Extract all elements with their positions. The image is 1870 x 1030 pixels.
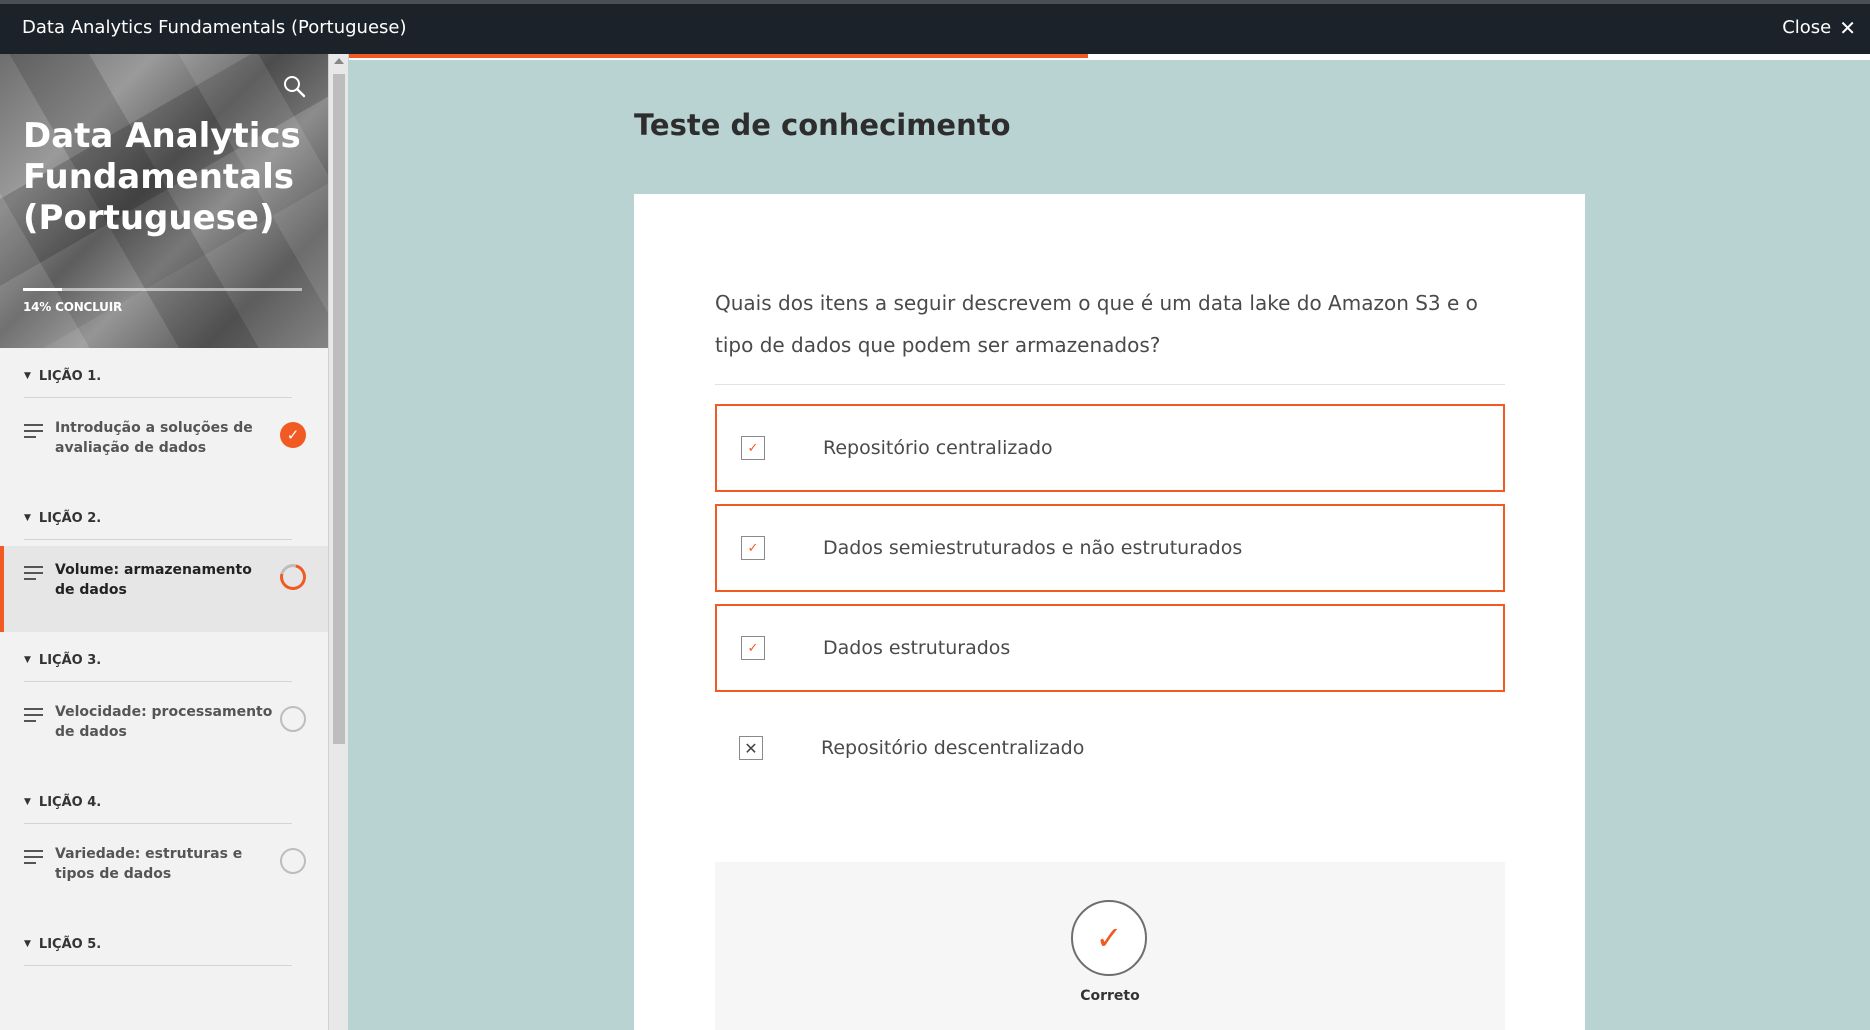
lesson-heading-label: LIÇÃO 1. xyxy=(38,368,102,384)
close-label: Close xyxy=(1782,17,1832,38)
answer-option-label: Repositório descentralizado xyxy=(821,737,1085,759)
caret-down-icon: ▼ xyxy=(24,939,31,949)
progress-ring-icon xyxy=(275,559,311,595)
sidebar-item-lesson-4[interactable]: Variedade: estruturas e tipos de dados xyxy=(0,830,328,916)
sidebar-item-lesson-3[interactable]: Velocidade: processamento de dados xyxy=(0,688,328,774)
course-hero: Data Analytics Fundamentals (Portuguese)… xyxy=(0,54,328,348)
knowledge-check-card: Quais dos itens a seguir descrevem o que… xyxy=(634,194,1585,1030)
search-icon[interactable] xyxy=(282,74,306,98)
close-icon: ✕ xyxy=(1839,15,1856,40)
lesson-heading-5[interactable]: ▼ LIÇÃO 5. xyxy=(0,916,328,972)
close-button[interactable]: Close ✕ xyxy=(1782,17,1856,38)
checkbox-checked-icon[interactable]: ✓ xyxy=(741,536,765,560)
sidebar-scrollbar[interactable] xyxy=(328,54,348,1030)
course-progress-bar xyxy=(23,288,302,291)
lesson-heading-label: LIÇÃO 2. xyxy=(38,510,102,526)
feedback-label: Correto xyxy=(1080,988,1140,1004)
menu-lines-icon xyxy=(24,566,43,632)
course-progress-strip-fill xyxy=(349,54,1089,58)
empty-circle-icon xyxy=(280,848,306,874)
caret-down-icon: ▼ xyxy=(24,655,31,665)
checkbox-cross-icon[interactable]: ✕ xyxy=(739,736,763,760)
sidebar: Data Analytics Fundamentals (Portuguese)… xyxy=(0,54,328,1030)
course-progress-label: 14% CONCLUIR xyxy=(23,300,123,314)
checkbox-checked-icon[interactable]: ✓ xyxy=(741,436,765,460)
lesson-heading-label: LIÇÃO 5. xyxy=(38,936,102,952)
sidebar-item-label: Velocidade: processamento de dados xyxy=(55,704,273,740)
lesson-heading-label: LIÇÃO 4. xyxy=(38,794,102,810)
course-title: Data Analytics Fundamentals (Portuguese) xyxy=(23,116,301,238)
answer-option[interactable]: ✓ Dados estruturados xyxy=(715,604,1505,692)
lesson-heading-1[interactable]: ▼ LIÇÃO 1. xyxy=(0,348,328,404)
sidebar-item-lesson-2[interactable]: Volume: armazenamento de dados xyxy=(0,546,328,632)
scroll-up-arrow-icon[interactable] xyxy=(334,58,344,64)
lesson-heading-label: LIÇÃO 3. xyxy=(38,652,102,668)
lesson-heading-3[interactable]: ▼ LIÇÃO 3. xyxy=(0,632,328,688)
sidebar-item-label: Volume: armazenamento de dados xyxy=(55,562,252,598)
caret-down-icon: ▼ xyxy=(24,513,31,523)
menu-lines-icon xyxy=(24,424,43,490)
check-circle-icon: ✓ xyxy=(280,422,306,448)
caret-down-icon: ▼ xyxy=(24,371,31,381)
top-bar: Data Analytics Fundamentals (Portuguese)… xyxy=(0,0,1870,54)
scrollbar-thumb[interactable] xyxy=(333,74,345,744)
answer-option-label: Dados semiestruturados e não estruturado… xyxy=(823,537,1243,559)
answer-option[interactable]: ✓ Repositório centralizado xyxy=(715,404,1505,492)
course-progress-strip xyxy=(349,54,1870,60)
divider xyxy=(715,384,1505,385)
sidebar-item-label: Variedade: estruturas e tipos de dados xyxy=(55,846,243,882)
checkbox-checked-icon[interactable]: ✓ xyxy=(741,636,765,660)
page-title: Teste de conhecimento xyxy=(634,108,1011,142)
answer-option-label: Dados estruturados xyxy=(823,637,1011,659)
course-progress-fill xyxy=(23,288,63,291)
empty-circle-icon xyxy=(280,706,306,732)
answer-option-label: Repositório centralizado xyxy=(823,437,1053,459)
sidebar-item-lesson-1[interactable]: Introdução a soluções de avaliação de da… xyxy=(0,404,328,490)
lesson-heading-4[interactable]: ▼ LIÇÃO 4. xyxy=(0,774,328,830)
menu-lines-icon xyxy=(24,850,43,916)
correct-check-icon: ✓ xyxy=(1071,900,1147,976)
question-text: Quais dos itens a seguir descrevem o que… xyxy=(715,291,1478,357)
lesson-heading-2[interactable]: ▼ LIÇÃO 2. xyxy=(0,490,328,546)
sidebar-item-label: Introdução a soluções de avaliação de da… xyxy=(55,420,253,456)
caret-down-icon: ▼ xyxy=(24,797,31,807)
feedback-panel: ✓ Correto xyxy=(715,862,1505,1030)
menu-lines-icon xyxy=(24,708,43,774)
answer-option[interactable]: ✕ Repositório descentralizado xyxy=(715,704,1505,792)
answer-option[interactable]: ✓ Dados semiestruturados e não estrutura… xyxy=(715,504,1505,592)
window-title: Data Analytics Fundamentals (Portuguese) xyxy=(22,17,407,38)
